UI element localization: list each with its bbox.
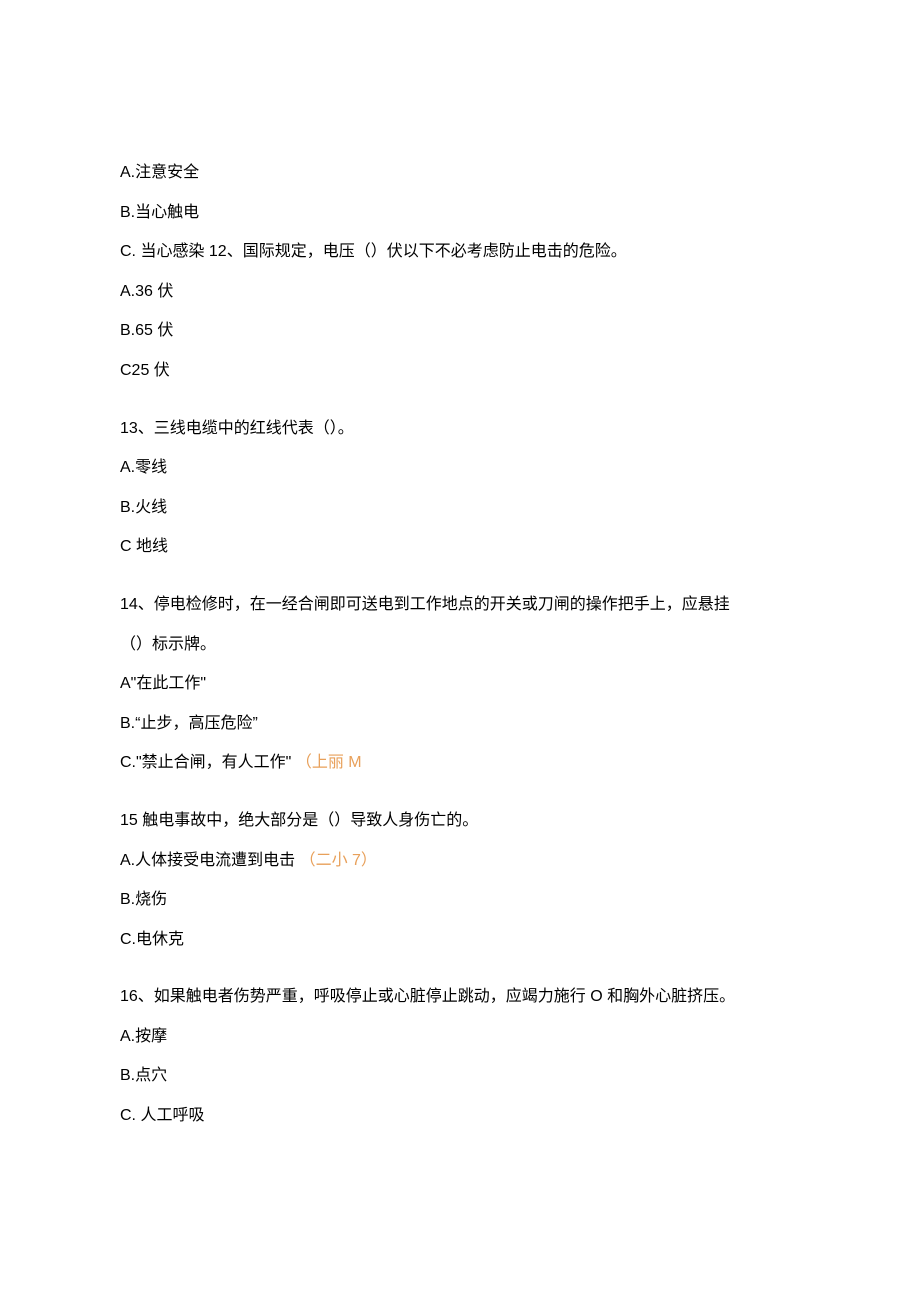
question-16-block: 16、如果触电者伤势严重，呼吸停止或心脏停止跳动，应竭力施行 O 和胸外心脏挤压… xyxy=(120,984,800,1128)
option-b: B.“止步，高压危险” xyxy=(120,711,800,737)
option-a: A.零线 xyxy=(120,455,800,481)
option-a: A.注意安全 xyxy=(120,160,800,186)
option-b: B.火线 xyxy=(120,495,800,521)
option-b: B.烧伤 xyxy=(120,887,800,913)
option-b: B.65 伏 xyxy=(120,318,800,344)
document-page: A.注意安全 B.当心触电 C. 当心感染 12、国际规定，电压（）伏以下不必考… xyxy=(0,0,920,1301)
option-c-text: C."禁止合闸，有人工作" xyxy=(120,754,291,771)
question-stem: 15 触电事故中，绝大部分是（）导致人身伤亡的。 xyxy=(120,808,800,834)
question-stem: 16、如果触电者伤势严重，呼吸停止或心脏停止跳动，应竭力施行 O 和胸外心脏挤压… xyxy=(120,984,800,1010)
question-12-stem: 12、国际规定，电压（）伏以下不必考虑防止电击的危险。 xyxy=(209,243,627,260)
option-c: C25 伏 xyxy=(120,358,800,384)
option-c-and-q12: C. 当心感染 12、国际规定，电压（）伏以下不必考虑防止电击的危险。 xyxy=(120,239,800,265)
question-stem-line2: （）标示牌。 xyxy=(120,632,800,658)
annotation-text: （二小 7） xyxy=(300,852,377,869)
option-a: A.人体接受电流遭到电击 （二小 7） xyxy=(120,848,800,874)
option-c: C 地线 xyxy=(120,534,800,560)
question-11-12-block: A.注意安全 B.当心触电 C. 当心感染 12、国际规定，电压（）伏以下不必考… xyxy=(120,160,800,384)
question-stem: 13、三线电缆中的红线代表（）。 xyxy=(120,416,800,442)
question-15-block: 15 触电事故中，绝大部分是（）导致人身伤亡的。 A.人体接受电流遭到电击 （二… xyxy=(120,808,800,952)
option-a: A.36 伏 xyxy=(120,279,800,305)
option-c-text: C. 当心感染 xyxy=(120,243,209,260)
question-13-block: 13、三线电缆中的红线代表（）。 A.零线 B.火线 C 地线 xyxy=(120,416,800,560)
option-c: C. 人工呼吸 xyxy=(120,1103,800,1129)
question-14-block: 14、停电检修时，在一经合闸即可送电到工作地点的开关或刀闸的操作把手上，应悬挂 … xyxy=(120,592,800,776)
option-b: B.当心触电 xyxy=(120,200,800,226)
annotation-text: （上丽 M xyxy=(296,754,362,771)
option-a: A.按摩 xyxy=(120,1024,800,1050)
option-c: C.电休克 xyxy=(120,927,800,953)
question-stem-line1: 14、停电检修时，在一经合闸即可送电到工作地点的开关或刀闸的操作把手上，应悬挂 xyxy=(120,592,800,618)
option-b: B.点穴 xyxy=(120,1063,800,1089)
option-a-text: A.人体接受电流遭到电击 xyxy=(120,852,295,869)
option-c: C."禁止合闸，有人工作" （上丽 M xyxy=(120,750,800,776)
option-a: A"在此工作" xyxy=(120,671,800,697)
